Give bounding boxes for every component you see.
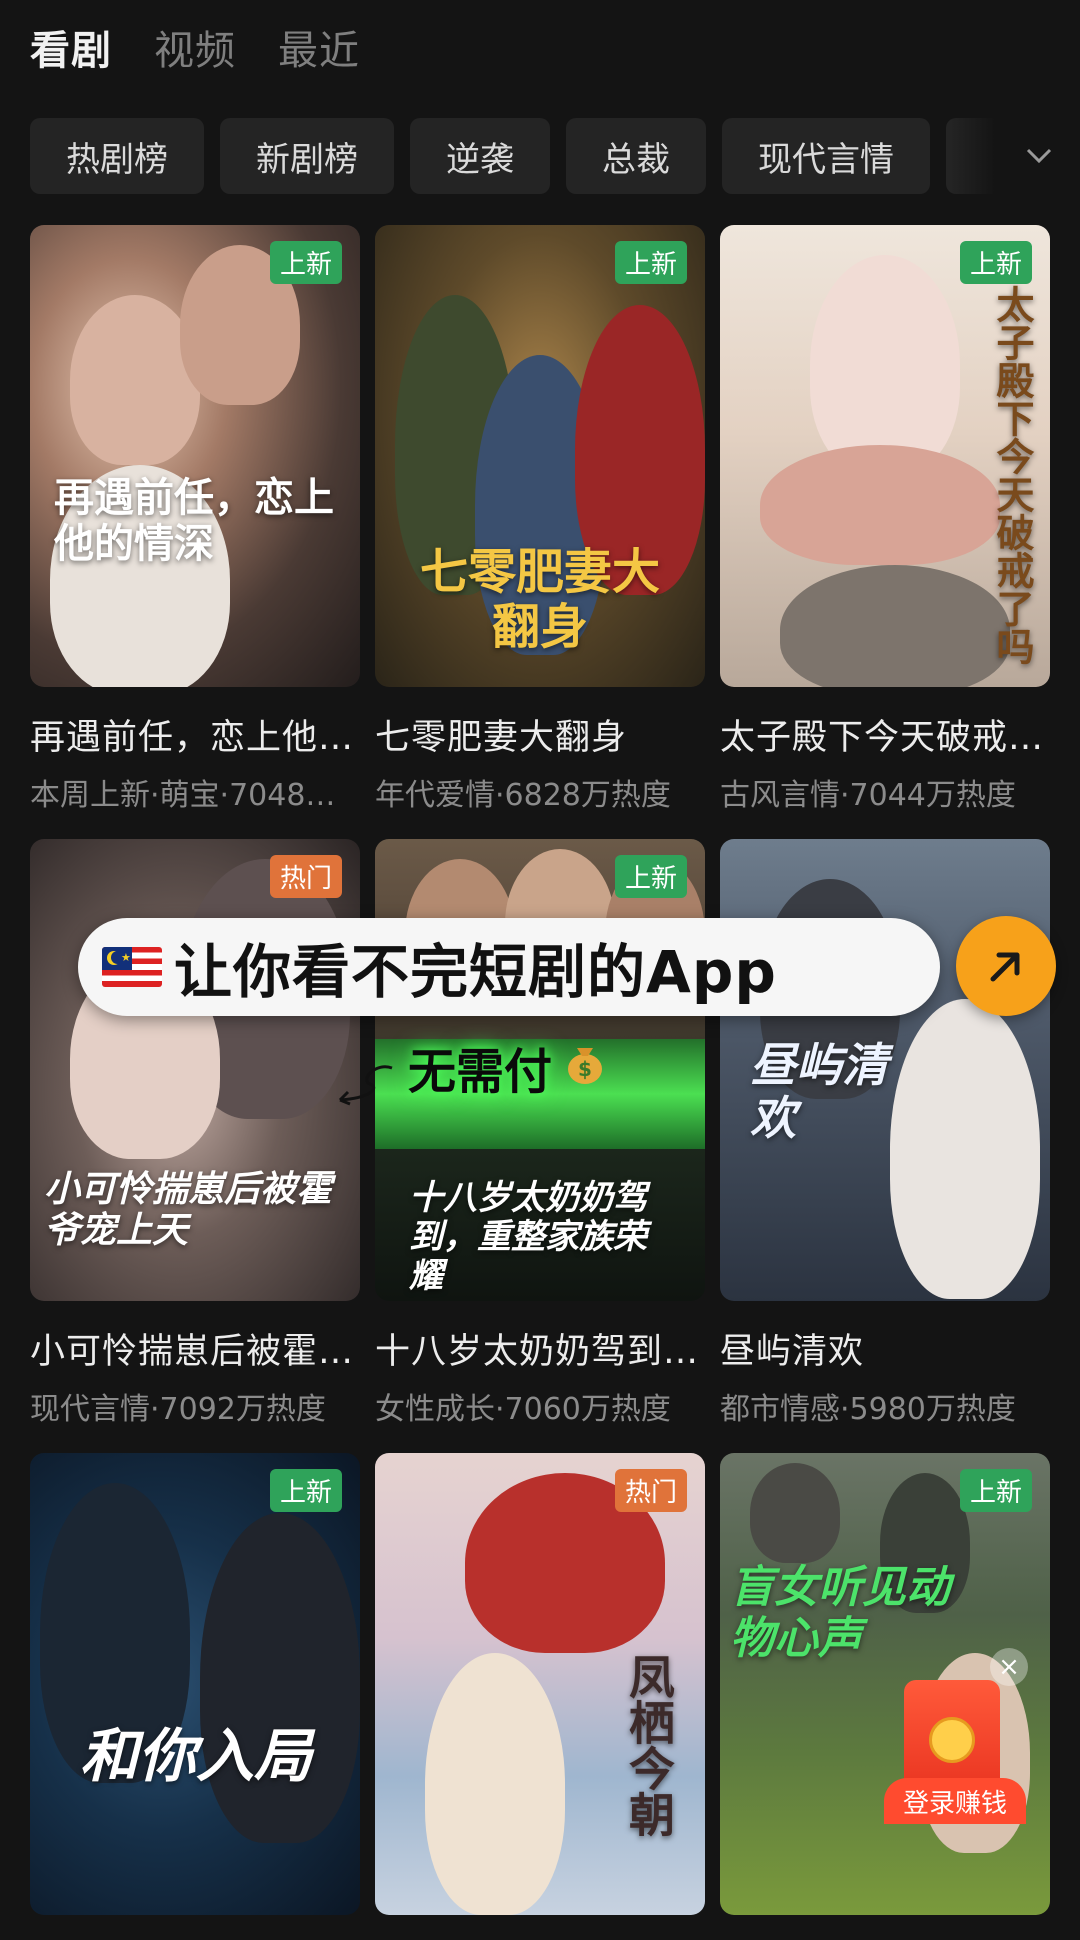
card-meta: 年代爱情·6828万热度: [375, 778, 671, 813]
chip-new-ranking[interactable]: 新剧榜: [220, 118, 394, 194]
svg-text:$: $: [578, 1057, 592, 1081]
card-title: 昼屿清欢: [720, 1332, 865, 1372]
drama-card[interactable]: 再遇前任，恋上他的情深 上新 再遇前任，恋上他的情深 本周上新·萌宝·7048万…: [30, 225, 360, 814]
drama-card[interactable]: 凤栖今朝 热门: [375, 1453, 705, 1915]
promo-text: 让你看不完短剧的App: [174, 938, 777, 1006]
poster-image[interactable]: 凤栖今朝 热门: [375, 1453, 705, 1915]
poster-title: 十八岁太奶奶驾到，重整家族荣耀: [409, 1178, 647, 1297]
arrow-up-right-icon: [990, 952, 1020, 982]
drama-card[interactable]: 七零肥妻大翻身 上新 七零肥妻大翻身 年代爱情·6828万热度: [375, 225, 705, 814]
card-meta: 女性成长·7060万热度: [375, 1392, 671, 1427]
login-earn-button[interactable]: 登录赚钱: [884, 1778, 1026, 1824]
chip-modern-romance[interactable]: 现代言情: [722, 118, 930, 194]
status-badge: 上新: [959, 1469, 1032, 1512]
close-icon[interactable]: ×: [990, 1648, 1028, 1686]
malaysia-flag-icon: ★: [102, 947, 162, 987]
status-badge: 上新: [614, 855, 687, 898]
status-badge: 热门: [614, 1469, 687, 1512]
drama-card[interactable]: 和你入局 上新: [30, 1453, 360, 1915]
poster-title: 七零肥妻大翻身: [419, 544, 660, 656]
poster-title: 小可怜揣崽后被霍爷宠上天: [44, 1168, 333, 1252]
card-meta: 现代言情·7092万热度: [30, 1392, 326, 1427]
tab-video[interactable]: 视频: [154, 18, 236, 76]
poster-image[interactable]: 小可怜揣崽后被霍爷宠上天 热门: [30, 839, 360, 1301]
card-meta: 都市情感·5980万热度: [720, 1392, 1016, 1427]
tab-recent[interactable]: 最近: [278, 18, 360, 76]
promo-banner[interactable]: ★ 让你看不完短剧的App: [78, 918, 940, 1016]
poster-image[interactable]: 七零肥妻大翻身 上新: [375, 225, 705, 687]
card-meta: 本周上新·萌宝·7048万热度: [30, 778, 360, 813]
poster-image[interactable]: 再遇前任，恋上他的情深 上新: [30, 225, 360, 687]
poster-title: 昼屿清欢: [750, 1038, 888, 1145]
card-title: 太子殿下今天破戒了吗: [720, 718, 1050, 758]
chevron-down-icon: [1026, 148, 1052, 164]
card-title: 小可怜揣崽后被霍爷宠上天: [30, 1332, 360, 1372]
poster-image[interactable]: 太子殿下今天破戒了吗 上新: [720, 225, 1050, 687]
poster-title: 再遇前任，恋上他的情深: [54, 474, 334, 567]
poster-title: 太子殿下今天破戒了吗: [990, 285, 1035, 665]
poster-image[interactable]: 昼屿清欢: [720, 839, 1050, 1301]
chip-comeback[interactable]: 逆袭: [410, 118, 550, 194]
expand-chips-button[interactable]: [950, 110, 1080, 202]
category-chips: 热剧榜 新剧榜 逆袭 总裁 现代言情: [30, 118, 1080, 194]
top-tabs: 看剧 视频 最近: [30, 18, 360, 76]
status-badge: 上新: [269, 241, 342, 284]
poster-title: 盲女听见动物心声: [730, 1562, 950, 1664]
status-badge: 上新: [959, 241, 1032, 284]
status-badge: 热门: [269, 855, 342, 898]
tab-watch-drama[interactable]: 看剧: [30, 18, 112, 76]
chip-ceo[interactable]: 总裁: [566, 118, 706, 194]
no-pay-label: 无需付: [408, 1044, 553, 1100]
poster-title: 凤栖今朝: [622, 1653, 676, 1837]
promo-open-button[interactable]: [956, 916, 1056, 1016]
curved-arrow-icon: [338, 1065, 393, 1106]
drama-card[interactable]: 太子殿下今天破戒了吗 上新 太子殿下今天破戒了吗 古风言情·7044万热度: [720, 225, 1050, 814]
money-bag-icon: $: [568, 1048, 602, 1084]
card-title: 十八岁太奶奶驾到，重整家族荣耀: [375, 1332, 705, 1372]
card-title: 七零肥妻大翻身: [375, 718, 628, 758]
chip-hot-ranking[interactable]: 热剧榜: [30, 118, 204, 194]
status-badge: 上新: [614, 241, 687, 284]
card-meta: 古风言情·7044万热度: [720, 778, 1016, 813]
poster-title: 和你入局: [80, 1722, 313, 1790]
card-title: 再遇前任，恋上他的情深: [30, 718, 360, 758]
poster-image[interactable]: 和你入局 上新: [30, 1453, 360, 1915]
status-badge: 上新: [269, 1469, 342, 1512]
